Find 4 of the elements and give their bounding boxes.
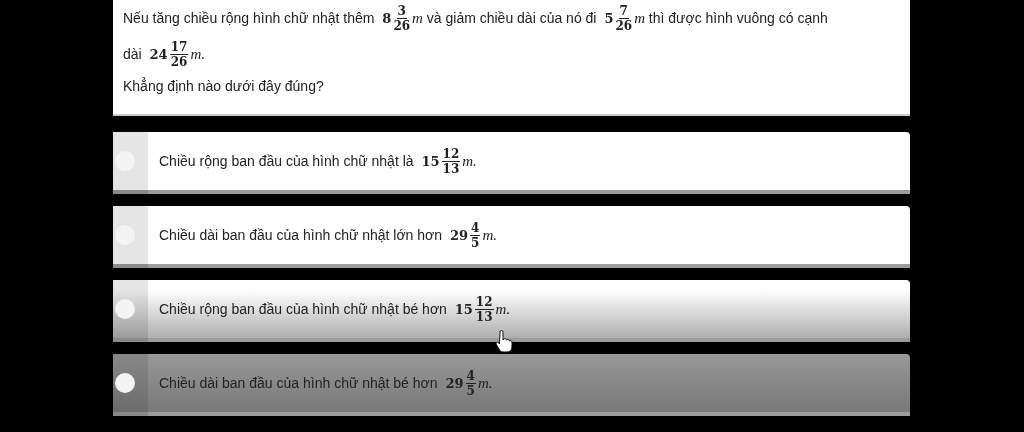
radio-button[interactable]: [115, 299, 135, 319]
hand-cursor-icon: [493, 330, 513, 354]
question-text: Khẳng định nào dưới đây đúng?: [123, 78, 324, 94]
radio-button[interactable]: [115, 373, 135, 393]
